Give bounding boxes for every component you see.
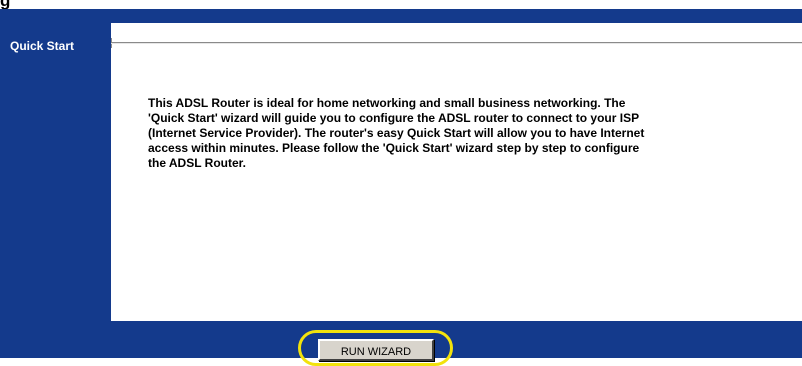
quick-start-description: This ADSL Router is ideal for home netwo… bbox=[148, 96, 645, 170]
content-panel bbox=[111, 23, 802, 321]
router-config-frame: Quick Start This ADSL Router is ideal fo… bbox=[0, 9, 802, 366]
cropped-heading-fragment: g bbox=[0, 0, 802, 9]
action-bar: RUN WIZARD bbox=[0, 321, 802, 366]
section-divider bbox=[111, 42, 802, 44]
section-title-quick-start: Quick Start bbox=[10, 39, 75, 53]
